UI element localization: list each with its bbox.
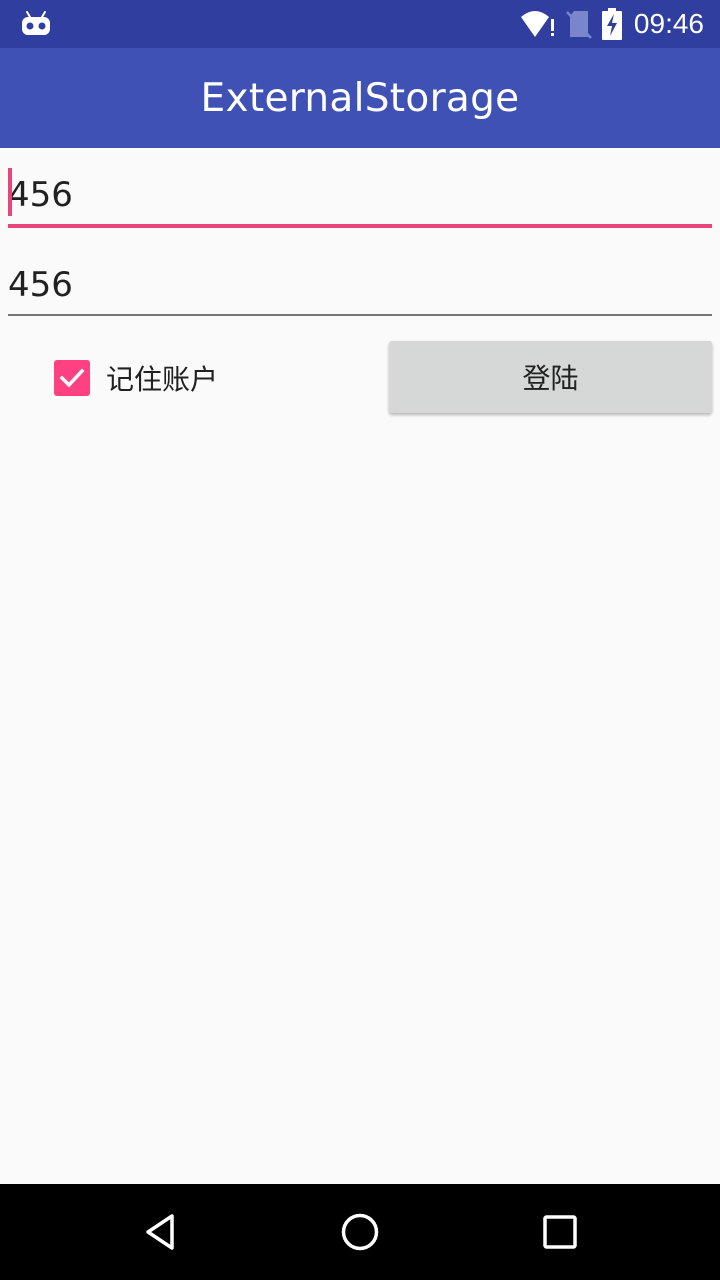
android-debug-icon xyxy=(22,11,50,35)
text-cursor xyxy=(8,168,12,216)
wifi-alert-icon xyxy=(520,11,554,37)
back-button[interactable] xyxy=(136,1208,184,1256)
home-button[interactable] xyxy=(336,1208,384,1256)
status-bar: 09:46 xyxy=(0,0,720,48)
battery-charging-icon xyxy=(601,8,622,40)
status-icons: 09:46 xyxy=(520,0,704,48)
home-icon xyxy=(341,1213,379,1251)
password-input[interactable] xyxy=(8,256,712,316)
app-title: ExternalStorage xyxy=(200,75,520,121)
app-bar: ExternalStorage xyxy=(0,48,720,148)
remember-account-label: 记住账户 xyxy=(106,363,219,396)
no-sim-icon xyxy=(566,11,592,39)
recents-button[interactable] xyxy=(536,1208,584,1256)
nav-bar xyxy=(0,1184,720,1280)
checkmark-icon xyxy=(59,368,85,388)
recents-icon xyxy=(543,1215,577,1249)
back-icon xyxy=(146,1214,174,1250)
checkbox-checked-icon xyxy=(54,360,90,396)
account-input[interactable] xyxy=(8,166,712,228)
remember-account-checkbox[interactable]: 记住账户 xyxy=(54,359,218,397)
screen: 09:46 ExternalStorage 记住账户 登陆 xyxy=(0,0,720,1280)
login-button[interactable]: 登陆 xyxy=(389,341,712,413)
status-time: 09:46 xyxy=(633,8,704,39)
